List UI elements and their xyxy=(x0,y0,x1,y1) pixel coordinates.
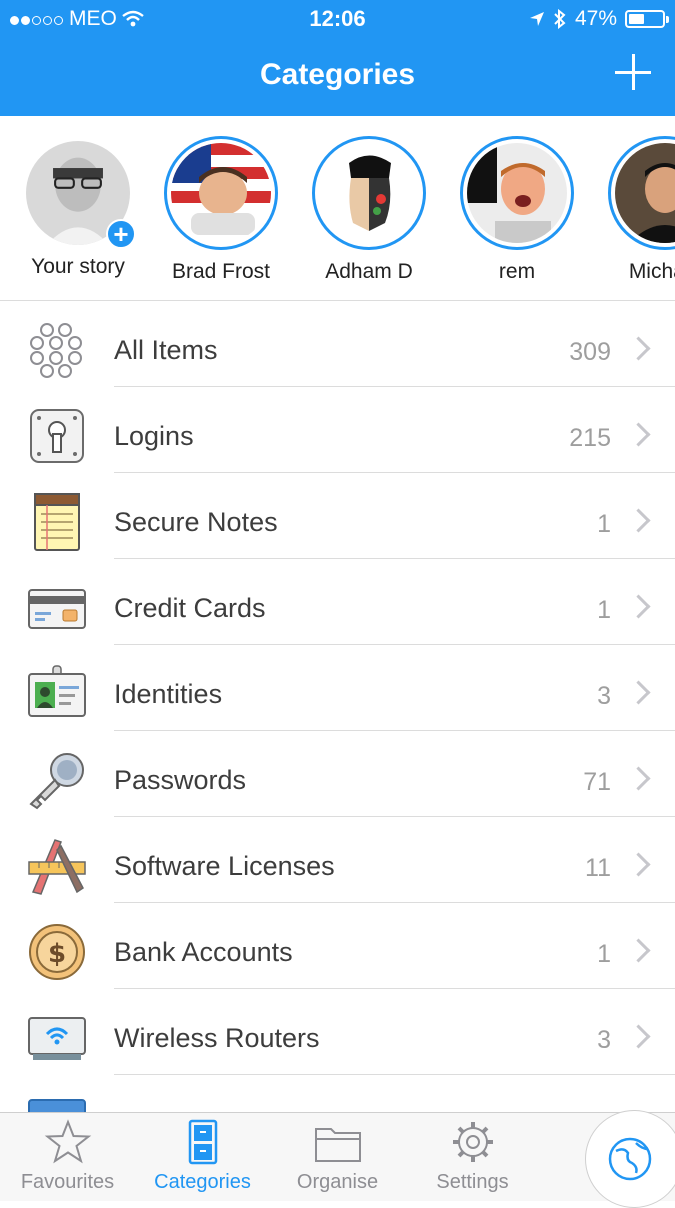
key-icon xyxy=(27,750,87,810)
story-rem[interactable]: rem xyxy=(447,136,587,284)
story-michael[interactable]: Michael xyxy=(595,136,675,284)
category-row-logins[interactable]: Logins 215 xyxy=(0,387,675,473)
category-row-wireless-routers[interactable]: Wireless Routers 3 xyxy=(0,989,675,1075)
chevron-right-icon xyxy=(626,766,651,791)
router-icon xyxy=(27,1008,87,1068)
item-count: 3 xyxy=(597,682,611,710)
folder-icon xyxy=(313,1119,363,1165)
notepad-icon xyxy=(27,492,87,552)
category-label: Bank Accounts xyxy=(114,937,293,967)
chevron-right-icon xyxy=(626,680,651,705)
avatar xyxy=(164,136,278,250)
chevron-right-icon xyxy=(626,1024,651,1049)
category-row-passwords[interactable]: Passwords 71 xyxy=(0,731,675,817)
plus-icon[interactable] xyxy=(613,52,653,92)
tab-categories[interactable]: Categories xyxy=(135,1119,270,1194)
category-row-software-licenses[interactable]: Software Licenses 11 xyxy=(0,817,675,903)
category-row-all-items[interactable]: All Items 309 xyxy=(0,301,675,387)
category-label: Logins xyxy=(114,421,194,451)
item-count: 215 xyxy=(569,424,611,452)
tab-favourites[interactable]: Favourites xyxy=(0,1119,135,1194)
chevron-right-icon xyxy=(626,938,651,963)
category-row-credit-cards[interactable]: Credit Cards 1 xyxy=(0,559,675,645)
story-name: Your story xyxy=(31,255,125,278)
gear-icon xyxy=(448,1119,498,1165)
item-count: 3 xyxy=(597,1026,611,1054)
globe-icon xyxy=(608,1137,652,1181)
story-name: rem xyxy=(498,260,536,283)
chevron-right-icon xyxy=(626,594,651,619)
tab-settings[interactable]: Settings xyxy=(405,1119,540,1194)
category-label: Credit Cards xyxy=(114,593,266,623)
bluetooth-icon xyxy=(554,9,566,29)
item-count: 11 xyxy=(585,854,611,882)
chevron-right-icon xyxy=(626,852,651,877)
globe-button[interactable] xyxy=(585,1110,675,1208)
avatar xyxy=(460,136,574,250)
category-list: All Items 309 Logins 215 Secure Notes 1 … xyxy=(0,301,675,1161)
category-label: All Items xyxy=(114,335,218,365)
tab-label: Favourites xyxy=(20,1171,115,1193)
location-icon xyxy=(529,12,544,26)
add-story-icon[interactable]: + xyxy=(106,219,136,249)
cabinet-icon xyxy=(178,1119,228,1165)
tab-label: Settings xyxy=(436,1171,509,1193)
coin-icon: $ xyxy=(27,922,87,982)
avatar xyxy=(608,136,675,250)
status-bar: MEO 12:06 47% xyxy=(0,0,675,36)
story-brad-frost[interactable]: Brad Frost xyxy=(151,136,291,284)
tab-label: Categories xyxy=(154,1171,251,1193)
category-label: Identities xyxy=(114,679,223,709)
tools-icon xyxy=(27,836,87,896)
tab-bar: Favourites Categories Organise Settings xyxy=(0,1112,675,1201)
credit-card-icon xyxy=(27,578,87,638)
star-icon xyxy=(43,1119,93,1165)
keyhole-icon xyxy=(27,406,87,466)
category-label: Passwords xyxy=(114,765,247,795)
chevron-right-icon xyxy=(626,422,651,447)
item-count: 1 xyxy=(597,510,611,538)
page-title: Categories xyxy=(259,58,416,91)
chevron-right-icon xyxy=(626,508,651,533)
category-label: Wireless Routers xyxy=(114,1023,320,1053)
tab-organise[interactable]: Organise xyxy=(270,1119,405,1194)
story-name: Adham D xyxy=(325,260,413,283)
story-name: Michael xyxy=(628,260,675,283)
category-label: Secure Notes xyxy=(114,507,278,537)
item-count: 1 xyxy=(597,940,611,968)
category-row-secure-notes[interactable]: Secure Notes 1 xyxy=(0,473,675,559)
battery-percent: 47% xyxy=(574,7,617,30)
navigation-bar: Categories xyxy=(0,36,675,116)
category-row-bank-accounts[interactable]: $ Bank Accounts 1 xyxy=(0,903,675,989)
story-your-story[interactable]: + Your story xyxy=(8,136,148,279)
item-count: 71 xyxy=(583,768,611,796)
item-count: 309 xyxy=(569,338,611,366)
story-adham-d[interactable]: Adham D xyxy=(299,136,439,284)
tab-label: Organise xyxy=(296,1171,379,1193)
avatar: + xyxy=(26,141,136,249)
item-count: 1 xyxy=(597,596,611,624)
svg-text:$: $ xyxy=(48,939,66,969)
avatar xyxy=(312,136,426,250)
battery-icon xyxy=(625,10,669,28)
id-badge-icon xyxy=(27,664,87,724)
stories-strip[interactable]: + Your story Brad Frost Adham D rem Mich… xyxy=(0,116,675,301)
chevron-right-icon xyxy=(626,336,651,361)
story-name: Brad Frost xyxy=(171,260,271,283)
category-row-identities[interactable]: Identities 3 xyxy=(0,645,675,731)
all-items-icon xyxy=(27,320,87,380)
category-label: Software Licenses xyxy=(114,851,335,881)
